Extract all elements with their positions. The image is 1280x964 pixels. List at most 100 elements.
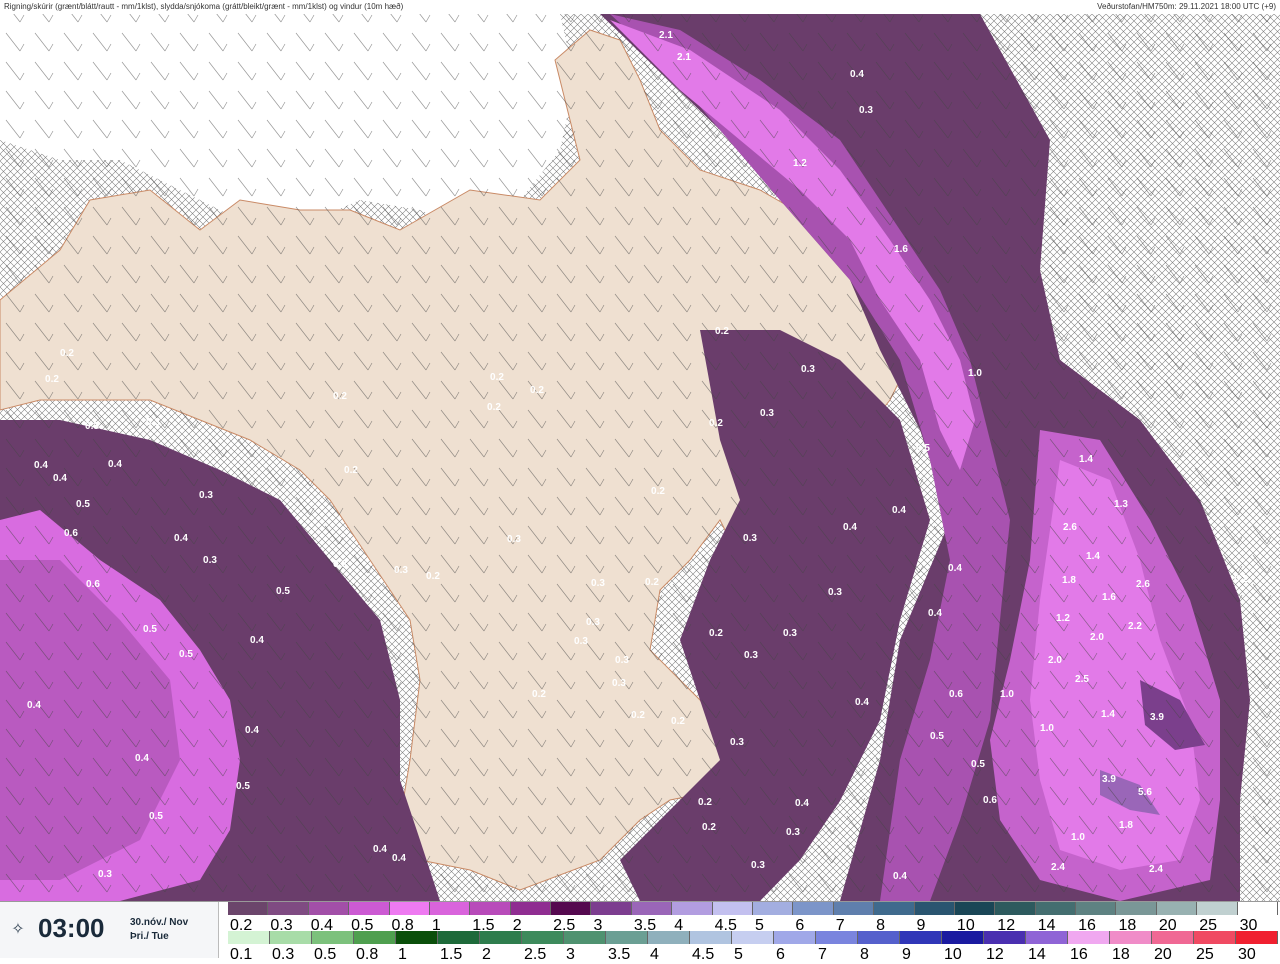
snow-scale-swatch (551, 902, 592, 915)
precip-value-label: 1.2 (793, 158, 807, 169)
precip-value-label: 0.5 (916, 443, 930, 454)
precip-value-label: 2.6 (1136, 579, 1150, 590)
snow-scale-label: 0.3 (270, 917, 293, 934)
forecast-time-box[interactable]: ✧ 03:00 30.nóv./ Nov Þri./ Tue (0, 902, 219, 958)
snow-scale-label: 10 (956, 917, 975, 934)
rain-scale-label: 3 (566, 946, 575, 963)
precipitation-map[interactable]: 2.1 2.1 0.4 0.3 1.2 1.6 0.2 0.3 1.0 0.2 0.2 0.2 0.2 0… (0, 14, 1280, 901)
precip-value-label: 0.4 (245, 725, 259, 736)
precip-value-label: 0.4 (893, 871, 907, 882)
precip-value-label: 0.4 (135, 753, 149, 764)
rain-scale-label: 1.5 (440, 946, 463, 963)
rain-scale-label: 3.5 (608, 946, 631, 963)
rain-scale-label: 1 (398, 946, 407, 963)
rain-scale-label: 30 (1238, 946, 1256, 963)
snow-scale-swatch (1076, 902, 1117, 915)
precip-value-label: 0.5 (236, 781, 250, 792)
precip-value-label: 2.4 (1051, 862, 1065, 873)
snow-scale-swatch (1237, 902, 1278, 915)
legend-bar: ✧ 03:00 30.nóv./ Nov Þri./ Tue 0.2 0.3 0.4… (0, 901, 1280, 963)
snow-scale-swatch (672, 902, 713, 915)
snow-scale-swatch (228, 902, 269, 915)
rain-scale-label: 2.5 (524, 946, 547, 963)
precip-value-label: 0.3 (743, 533, 757, 544)
precip-value-label: 0.3 (98, 869, 112, 880)
precip-value-label: 0.3 (828, 587, 842, 598)
snow-scale-label: 3.5 (633, 917, 657, 934)
precip-value-label: 0.3 (333, 559, 347, 570)
precip-value-label: 0.4 (892, 505, 906, 516)
precip-value-label: 0.2 (709, 628, 723, 639)
snow-scale-swatch (1156, 902, 1198, 915)
precip-value-label: 1.4 (1079, 454, 1093, 465)
precip-value-label: 0.4 (250, 635, 264, 646)
precip-value-label: 2.2 (1128, 621, 1142, 632)
precip-value-label: 3.9 (1150, 712, 1164, 723)
precip-value-label: 0.6 (949, 689, 963, 700)
precip-value-label: 2.1 (659, 30, 673, 41)
precip-value-label: 1.6 (894, 244, 908, 255)
snow-scale-label: 6 (795, 917, 805, 934)
rain-scale-label: 5 (734, 946, 743, 963)
snow-scale-swatch (995, 902, 1036, 915)
precip-value-label: 1.3 (1114, 499, 1128, 510)
precip-value-label: 0.2 (344, 465, 358, 476)
rain-scale-swatch (732, 931, 774, 944)
snow-scale-swatch (1197, 902, 1238, 915)
snow-scale-swatch (308, 902, 350, 915)
precip-value-label: 0.2 (45, 374, 59, 385)
precip-value-label: 0.3 (85, 421, 99, 432)
precip-value-label: 0.2 (645, 577, 659, 588)
rain-scale-label: 0.3 (272, 946, 295, 963)
precip-value-label: 0.4 (928, 608, 942, 619)
precip-value-label: 0.2 (698, 797, 712, 808)
precip-value-label: 2.1 (677, 52, 691, 63)
precip-value-label: 0.2 (651, 486, 665, 497)
snow-scale-swatch (1035, 902, 1077, 915)
precip-value-label: 0.3 (751, 860, 765, 871)
rain-scale-label: 25 (1196, 946, 1214, 963)
snow-scale-swatch (833, 902, 875, 915)
precip-value-label: 0.5 (276, 586, 290, 597)
precip-value-label: 0.4 (843, 522, 857, 533)
precip-value-label: 5.6 (1138, 787, 1152, 798)
rain-scale-label: 8 (860, 946, 869, 963)
precip-value-label: 2.6 (1063, 522, 1077, 533)
precip-value-label: 0.2 (487, 402, 501, 413)
snow-scale-swatch (712, 902, 753, 915)
precip-value-label: 0.4 (373, 844, 387, 855)
precip-value-label: 0.3 (203, 555, 217, 566)
snow-scale-label: 3 (593, 917, 603, 934)
snow-scale-label: 16 (1078, 917, 1096, 934)
snow-scale-swatch (591, 902, 632, 915)
precip-value-label: 1.6 (1102, 592, 1116, 603)
precip-value-label: 0.3 (394, 565, 408, 576)
precip-value-label: 0.3 (801, 364, 815, 375)
rain-scale-label: 20 (1154, 946, 1172, 963)
precip-value-label: 0.2 (532, 689, 546, 700)
precip-value-label: 0.4 (850, 69, 864, 80)
snow-scale-label: 2 (512, 917, 522, 934)
snow-scale-label: 2.5 (553, 917, 576, 934)
precip-value-label: 0.4 (174, 533, 188, 544)
snow-scale (228, 902, 1280, 917)
snow-scale-label: 30 (1239, 917, 1258, 934)
forecast-date-line2: Þri./ Tue (130, 931, 169, 942)
snow-scale-label: 1 (431, 917, 441, 934)
precip-value-label: 0.4 (795, 798, 809, 809)
precip-value-label: 0.3 (586, 617, 600, 628)
rain-scale-label: 0.8 (356, 946, 379, 963)
snow-scale-swatch (914, 902, 955, 915)
snow-scale-label: 7 (835, 917, 845, 934)
precip-value-label: 0.2 (715, 326, 729, 337)
rain-scale-label: 4 (650, 946, 659, 963)
snow-scale-swatch (429, 902, 471, 915)
snow-scale-label: 0.2 (230, 917, 253, 934)
precip-value-label: 3.9 (1102, 774, 1116, 785)
precip-value-label: 0.3 (615, 655, 629, 666)
snow-scale-label: 4.5 (714, 917, 737, 934)
snow-scale-label: 18 (1118, 917, 1137, 934)
precip-value-label: 1.0 (968, 368, 982, 379)
snow-scale-label: 0.8 (391, 917, 414, 934)
rain-scale-label: 16 (1070, 946, 1088, 963)
